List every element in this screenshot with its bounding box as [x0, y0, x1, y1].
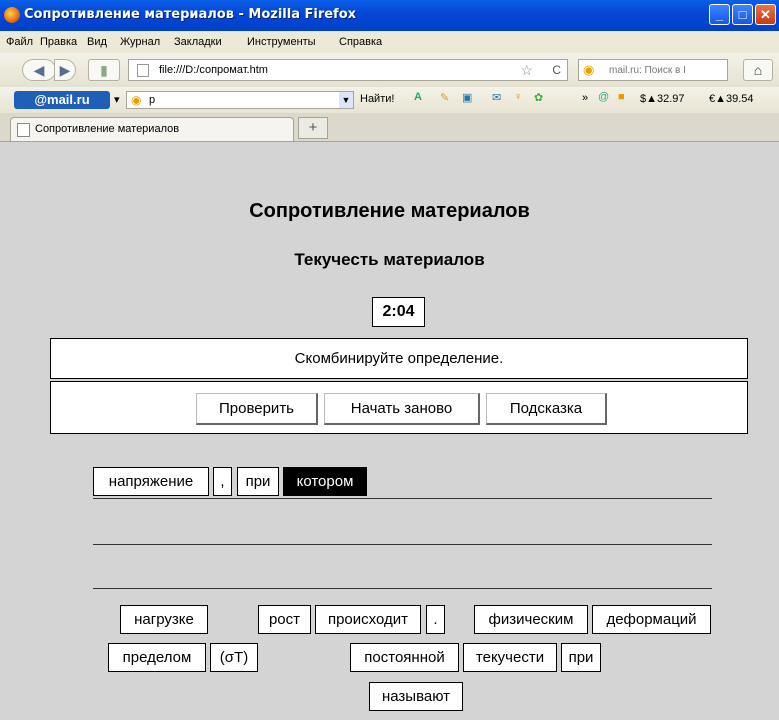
- page-content: Сопротивление материалов Текучесть матер…: [0, 142, 779, 720]
- address-bar[interactable]: file:///D:/сопромат.htm ☆ C: [128, 59, 568, 81]
- mailbox-icon[interactable]: @: [598, 91, 609, 103]
- highlight-icon[interactable]: ✎: [440, 91, 449, 104]
- window-title-bar: Сопротивление материалов - Mozilla Firef…: [0, 0, 779, 31]
- reload-icon[interactable]: C: [552, 63, 561, 77]
- menu-view[interactable]: Вид: [87, 36, 107, 48]
- button-panel: Проверить Начать заново Подсказка: [50, 381, 748, 434]
- menu-edit[interactable]: Правка: [40, 36, 77, 48]
- forward-button[interactable]: ▶: [54, 59, 76, 81]
- agent-icon[interactable]: ✿: [534, 91, 543, 104]
- menu-help[interactable]: Справка: [339, 36, 382, 48]
- hint-button[interactable]: Подсказка: [486, 393, 607, 425]
- search-engine-icon[interactable]: ◉: [583, 62, 594, 78]
- window-title: Сопротивление материалов - Mozilla Firef…: [24, 7, 357, 22]
- pool-word[interactable]: деформаций: [592, 605, 711, 634]
- font-size-icon[interactable]: A: [414, 91, 422, 103]
- document-icon[interactable]: ▣: [462, 91, 472, 104]
- firefox-icon: [4, 7, 20, 23]
- pool-word[interactable]: постоянной: [350, 643, 459, 672]
- mailru-toolbar: @mail.ru ▾ ◉ р ▼ Найти! A ✎ ▣ ✉ ♀ ✿ » @ …: [0, 87, 779, 114]
- pool-word[interactable]: текучести: [463, 643, 557, 672]
- page-subtitle: Текучесть материалов: [294, 250, 485, 269]
- search-bar[interactable]: ◉ mail.ru: Поиск в I: [578, 59, 728, 81]
- answer-word[interactable]: ,: [213, 467, 232, 496]
- close-button[interactable]: ✕: [755, 4, 776, 25]
- answer-word-selected[interactable]: котором: [283, 467, 367, 496]
- pool-word[interactable]: рост: [258, 605, 311, 634]
- navigation-bar: ◀ ▶ ▮ file:///D:/сопромат.htm ☆ C ◉ mail…: [0, 53, 779, 88]
- answer-line: [93, 588, 712, 589]
- answer-line: [93, 498, 712, 499]
- find-button[interactable]: Найти!: [360, 93, 394, 105]
- mailru-search-text: р: [149, 94, 156, 106]
- home-icon[interactable]: ⌂: [743, 59, 773, 81]
- signal-icon[interactable]: ▮: [88, 59, 120, 81]
- check-button[interactable]: Проверить: [196, 393, 318, 425]
- maximize-button[interactable]: □: [732, 4, 753, 25]
- page-icon: [17, 123, 30, 137]
- menu-bookmarks[interactable]: Закладки: [174, 36, 222, 48]
- menu-history[interactable]: Журнал: [120, 36, 160, 48]
- euro-rate: €▲39.54: [709, 93, 754, 105]
- back-button[interactable]: ◀: [22, 59, 56, 81]
- pool-word[interactable]: физическим: [474, 605, 588, 634]
- pool-word[interactable]: (σТ): [210, 643, 258, 672]
- odnoklassniki-icon[interactable]: ♀: [514, 91, 522, 103]
- tab-bar: Сопротивление материалов +: [0, 113, 779, 142]
- new-tab-button[interactable]: +: [298, 117, 328, 139]
- answer-word[interactable]: напряжение: [93, 467, 209, 496]
- more-icon[interactable]: »: [582, 92, 588, 104]
- mail-icon[interactable]: ✉: [492, 91, 501, 104]
- mailru-dropdown-icon[interactable]: ▾: [114, 93, 120, 106]
- bookmark-star-icon[interactable]: ☆: [520, 62, 533, 79]
- timer: 2:04: [372, 297, 425, 327]
- pool-word[interactable]: происходит: [315, 605, 421, 634]
- menu-file[interactable]: Файл: [6, 36, 33, 48]
- restart-button[interactable]: Начать заново: [324, 393, 480, 425]
- pool-word[interactable]: .: [426, 605, 445, 634]
- instruction: Скомбинируйте определение.: [50, 338, 748, 379]
- pool-word[interactable]: нагрузке: [120, 605, 208, 634]
- pool-word[interactable]: пределом: [108, 643, 206, 672]
- chevron-down-icon[interactable]: ▼: [339, 92, 353, 108]
- menu-bar: Файл Правка Вид Журнал Закладки Инструме…: [0, 31, 779, 53]
- search-placeholder: mail.ru: Поиск в I: [609, 65, 686, 76]
- minimize-button[interactable]: _: [709, 4, 730, 25]
- tab-label: Сопротивление материалов: [35, 123, 180, 135]
- answer-word[interactable]: при: [237, 467, 279, 496]
- search-engine-icon: ◉: [131, 93, 142, 107]
- url-text: file:///D:/сопромат.htm: [159, 64, 268, 76]
- pool-word[interactable]: называют: [369, 682, 463, 711]
- widget-icon[interactable]: ■: [618, 91, 625, 103]
- answer-line: [93, 544, 712, 545]
- menu-tools[interactable]: Инструменты: [247, 36, 316, 48]
- mailru-logo[interactable]: @mail.ru: [14, 91, 110, 109]
- pool-word[interactable]: при: [561, 643, 601, 672]
- page-title: Сопротивление материалов: [249, 200, 530, 222]
- page-icon: [137, 64, 149, 77]
- mailru-search-field[interactable]: ◉ р ▼: [126, 91, 354, 109]
- dollar-rate: $▲32.97: [640, 93, 685, 105]
- tab-sopromat[interactable]: Сопротивление материалов: [10, 117, 294, 141]
